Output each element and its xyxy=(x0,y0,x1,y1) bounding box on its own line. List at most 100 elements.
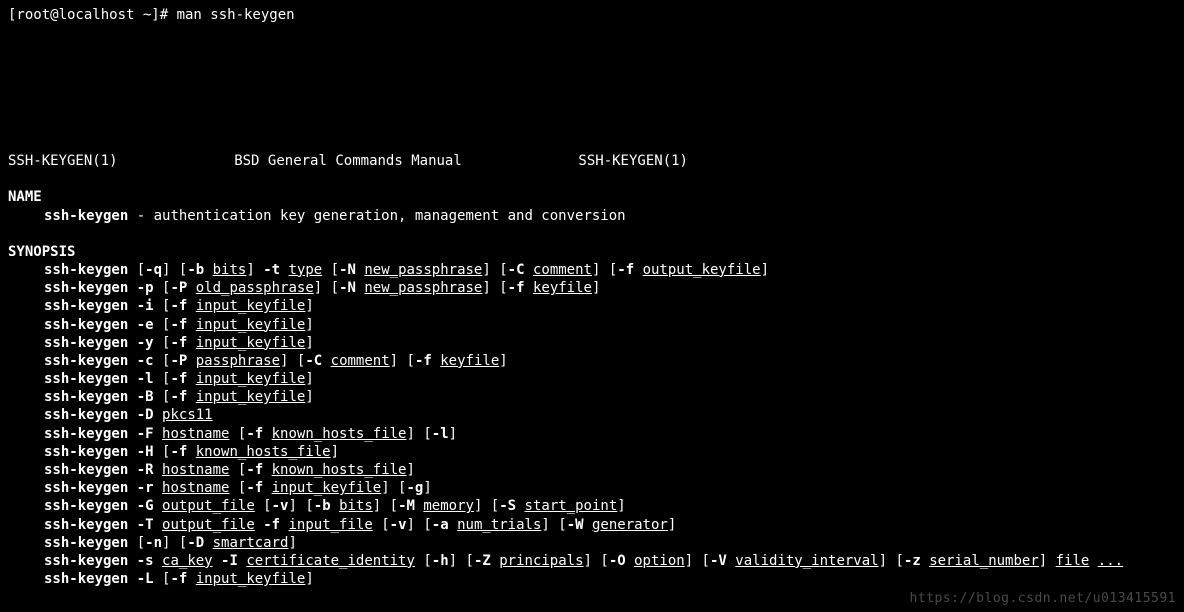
arg: known_hosts_file xyxy=(272,462,407,478)
arg: ca_key xyxy=(162,553,213,569)
name-desc: - authentication key generation, managem… xyxy=(128,208,625,224)
arg: serial_number xyxy=(929,553,1039,569)
flag: -b xyxy=(314,498,331,514)
arg: keyfile xyxy=(533,280,592,296)
flag: ssh-keygen xyxy=(44,335,128,351)
synopsis-line: ssh-keygen [-n] [-D smartcard] xyxy=(44,534,1176,552)
flag: ssh-keygen xyxy=(44,262,128,278)
flag: ssh-keygen xyxy=(44,371,128,387)
arg: input_keyfile xyxy=(196,335,306,351)
flag: -S xyxy=(499,498,516,514)
flag: -G xyxy=(137,498,154,514)
flag: ssh-keygen xyxy=(44,280,128,296)
flag: -D xyxy=(187,535,204,551)
arg: old_passphrase xyxy=(196,280,314,296)
synopsis-line: ssh-keygen -D pkcs11 xyxy=(44,406,1176,424)
watermark: https://blog.csdn.net/u013415591 xyxy=(910,591,1176,608)
flag: -f xyxy=(508,280,525,296)
arg: ... xyxy=(1098,553,1123,569)
section-name-title: NAME xyxy=(8,188,1176,206)
flag: -i xyxy=(137,298,154,314)
arg: option xyxy=(634,553,685,569)
arg: comment xyxy=(331,353,390,369)
synopsis-line: ssh-keygen -H [-f known_hosts_file] xyxy=(44,443,1176,461)
arg: input_keyfile xyxy=(196,317,306,333)
flag: -t xyxy=(263,262,280,278)
flag: -f xyxy=(170,317,187,333)
flag: -f xyxy=(617,262,634,278)
synopsis-line: ssh-keygen -y [-f input_keyfile] xyxy=(44,334,1176,352)
flag: -O xyxy=(609,553,626,569)
arg: input_keyfile xyxy=(196,298,306,314)
flag: -R xyxy=(137,462,154,478)
flag: ssh-keygen xyxy=(44,517,128,533)
arg: file xyxy=(1056,553,1090,569)
flag: -y xyxy=(137,335,154,351)
section-name-body: ssh-keygen - authentication key generati… xyxy=(8,207,1176,225)
flag: -f xyxy=(170,389,187,405)
flag: -f xyxy=(246,426,263,442)
flag: -a xyxy=(432,517,449,533)
flag: -f xyxy=(246,462,263,478)
arg: bits xyxy=(213,262,247,278)
arg: principals xyxy=(499,553,583,569)
flag: -f xyxy=(170,298,187,314)
flag: -V xyxy=(710,553,727,569)
flag: ssh-keygen xyxy=(44,353,128,369)
flag: ssh-keygen xyxy=(44,389,128,405)
arg: start_point xyxy=(525,498,618,514)
synopsis-line: ssh-keygen -p [-P old_passphrase] [-N ne… xyxy=(44,279,1176,297)
synopsis-line: ssh-keygen -F hostname [-f known_hosts_f… xyxy=(44,425,1176,443)
arg: bits xyxy=(339,498,373,514)
flag: -H xyxy=(137,444,154,460)
flag: -q xyxy=(145,262,162,278)
flag: -l xyxy=(137,371,154,387)
synopsis-line: ssh-keygen -T output_file -f input_file … xyxy=(44,516,1176,534)
flag: -g xyxy=(407,480,424,496)
arg: memory xyxy=(423,498,474,514)
arg: output_file xyxy=(162,498,255,514)
flag: ssh-keygen xyxy=(44,444,128,460)
name-cmd: ssh-keygen xyxy=(44,208,128,224)
flag: -C xyxy=(508,262,525,278)
flag: -b xyxy=(187,262,204,278)
flag: ssh-keygen xyxy=(44,535,128,551)
flag: -e xyxy=(137,317,154,333)
section-synopsis-title: SYNOPSIS xyxy=(8,243,1176,261)
flag: -M xyxy=(398,498,415,514)
blank-area xyxy=(8,24,1176,152)
arg: validity_interval xyxy=(735,553,878,569)
arg: hostname xyxy=(162,480,229,496)
arg: pkcs11 xyxy=(162,407,213,423)
arg: hostname xyxy=(162,462,229,478)
arg: keyfile xyxy=(440,353,499,369)
man-header-right: SSH-KEYGEN(1) xyxy=(578,152,688,170)
arg: comment xyxy=(533,262,592,278)
synopsis-line: ssh-keygen -l [-f input_keyfile] xyxy=(44,370,1176,388)
flag: -c xyxy=(137,353,154,369)
synopsis-line: ssh-keygen -R hostname [-f known_hosts_f… xyxy=(44,461,1176,479)
flag: ssh-keygen xyxy=(44,571,128,587)
flag: -P xyxy=(170,280,187,296)
section-synopsis-body: ssh-keygen [-q] [-b bits] -t type [-N ne… xyxy=(8,261,1176,588)
arg: smartcard xyxy=(213,535,289,551)
shell-prompt[interactable]: [root@localhost ~]# man ssh-keygen xyxy=(8,6,1176,24)
flag: -f xyxy=(170,571,187,587)
flag: -h xyxy=(432,553,449,569)
arg: generator xyxy=(592,517,668,533)
synopsis-line: ssh-keygen [-q] [-b bits] -t type [-N ne… xyxy=(44,261,1176,279)
flag: -s xyxy=(137,553,154,569)
flag: -f xyxy=(170,371,187,387)
arg: hostname xyxy=(162,426,229,442)
arg: known_hosts_file xyxy=(272,426,407,442)
flag: -v xyxy=(272,498,289,514)
synopsis-line: ssh-keygen -s ca_key -I certificate_iden… xyxy=(44,552,1176,570)
flag: ssh-keygen xyxy=(44,462,128,478)
flag: -C xyxy=(305,353,322,369)
flag: -f xyxy=(263,517,280,533)
man-header-left: SSH-KEYGEN(1) xyxy=(8,152,118,170)
flag: -f xyxy=(415,353,432,369)
arg: input_keyfile xyxy=(196,371,306,387)
flag: -f xyxy=(170,335,187,351)
flag: -v xyxy=(390,517,407,533)
